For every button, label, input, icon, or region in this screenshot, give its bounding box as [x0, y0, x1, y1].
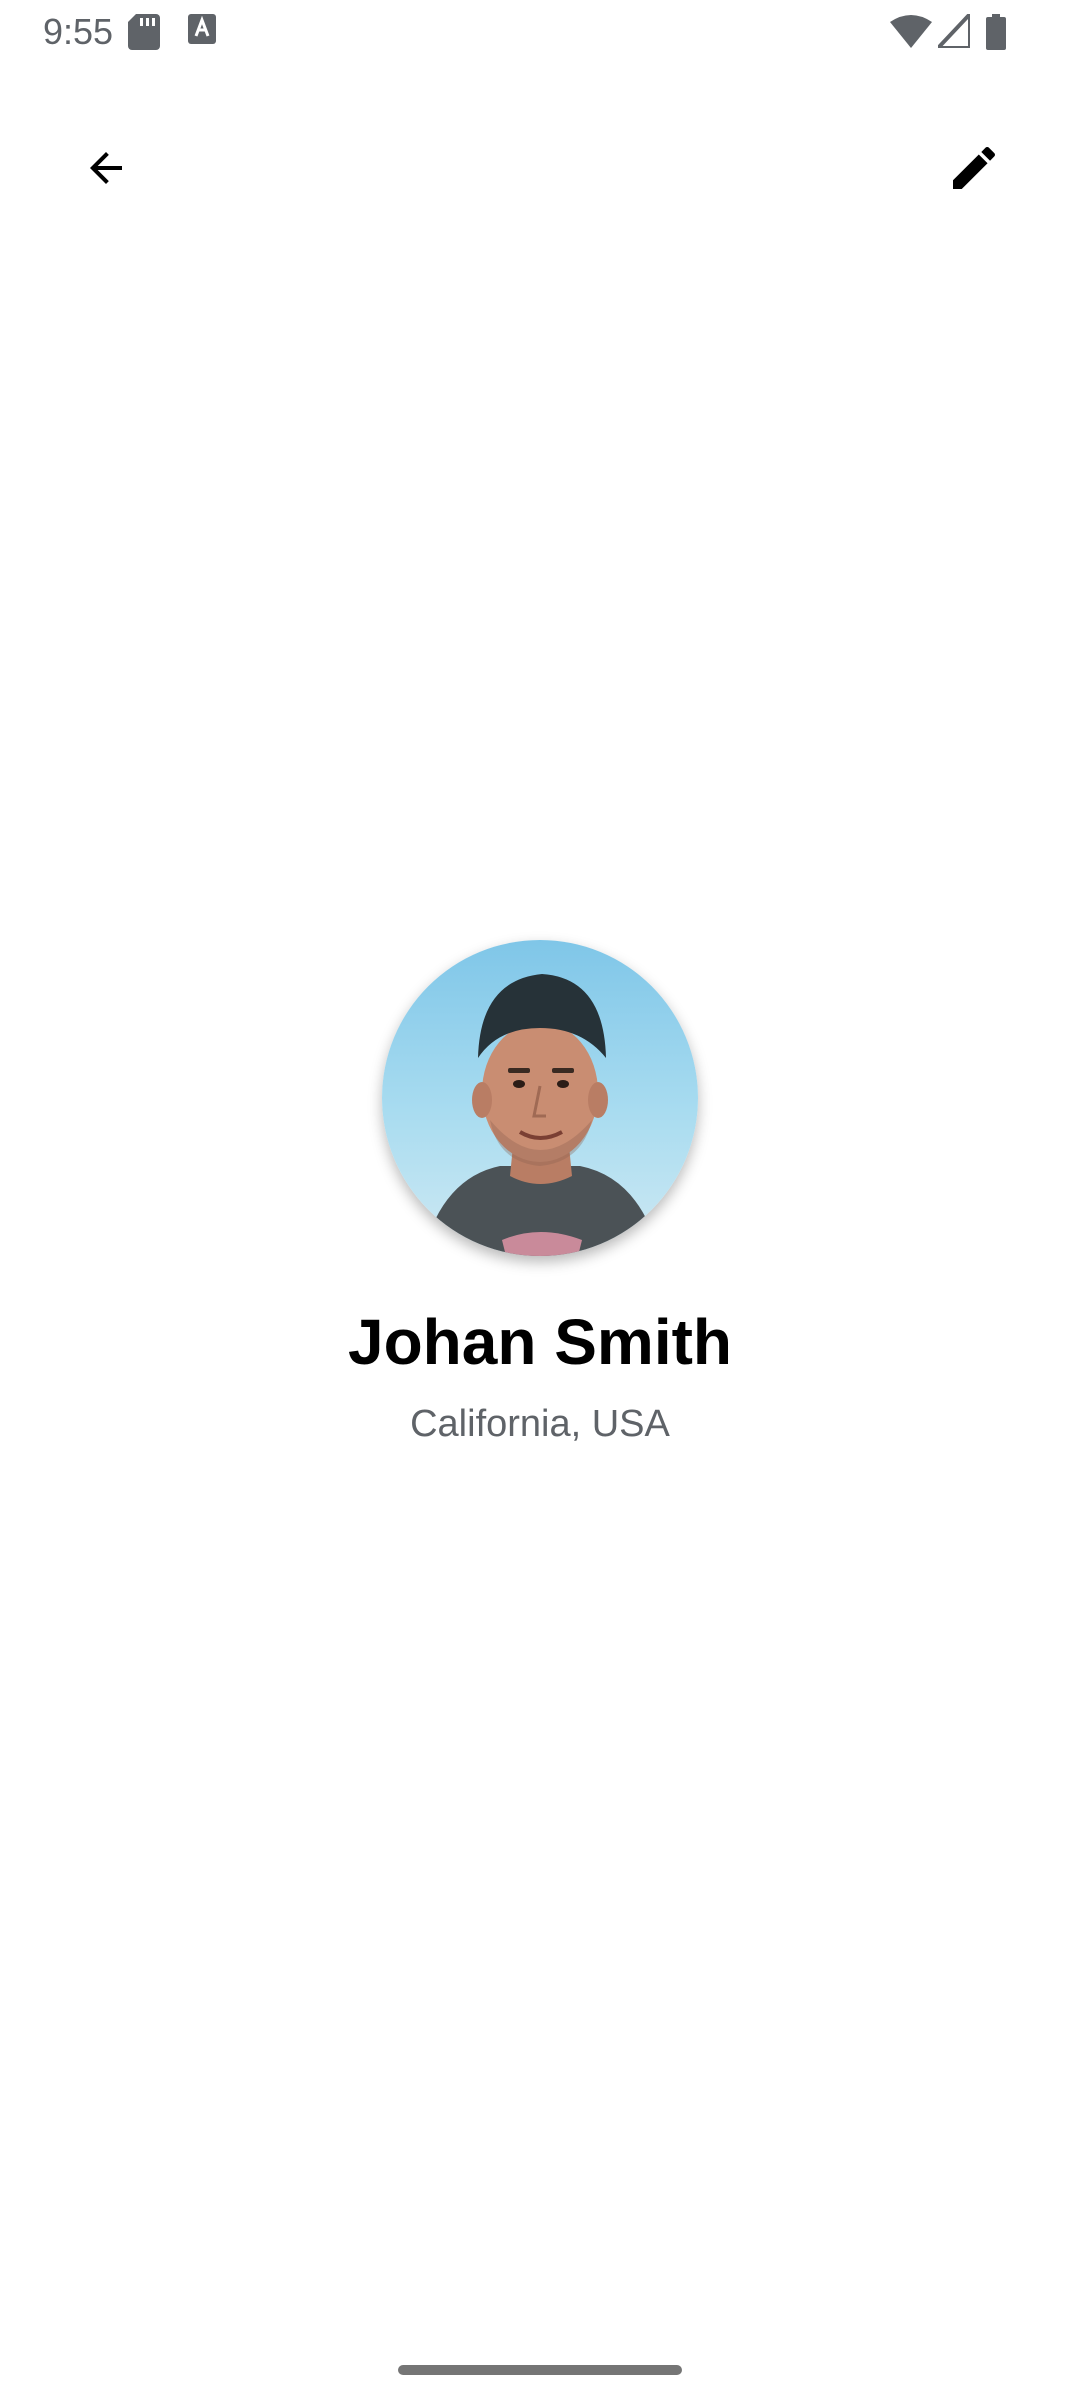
- arrow-back-icon: [82, 144, 130, 197]
- wifi-icon: [890, 14, 932, 53]
- sd-card-icon: [128, 14, 160, 55]
- profile-name: Johan Smith: [347, 1306, 733, 1378]
- back-button[interactable]: [66, 130, 146, 210]
- battery-icon: [986, 14, 1006, 55]
- profile-location: California, USA: [410, 1403, 670, 1445]
- status-bar: 9:55: [0, 0, 1080, 64]
- gesture-nav-bar[interactable]: [398, 2365, 682, 2375]
- app-bar: [0, 110, 1080, 230]
- avatar: [382, 940, 698, 1256]
- a-notification-icon: [188, 14, 216, 49]
- profile-section: Johan Smith California, USA: [0, 940, 1080, 1448]
- edit-button[interactable]: [934, 130, 1014, 210]
- pencil-icon: [946, 140, 1002, 201]
- cell-signal-icon: [933, 8, 972, 53]
- status-time: 9:55: [43, 11, 114, 52]
